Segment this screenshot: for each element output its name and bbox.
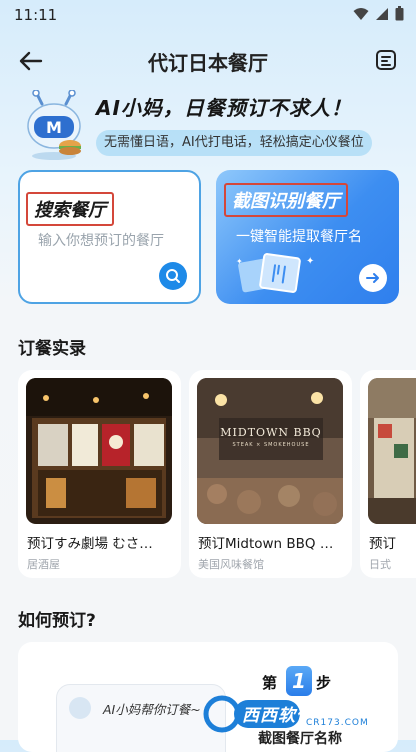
svg-text:✦: ✦ (306, 256, 314, 267)
status-bar: 11:11 (0, 0, 416, 30)
record-name: 预订すみ劇場 むさ… (27, 536, 153, 552)
photo-stack-icon: ✦ ✦ (236, 253, 314, 293)
nav-bar: 代订日本餐厅 (0, 38, 416, 82)
search-icon (166, 269, 180, 283)
mascot-icon: M (27, 90, 81, 160)
hero-title: AI小妈，日餐预订不求人！ (96, 96, 352, 120)
step-number: 1 (286, 666, 312, 696)
record-name: 预订Midtown BBQ … (198, 536, 334, 552)
hero-banner: M AI小妈，日餐预订不求人！ 无需懂日语，AI代打电话，轻松搞定心仪餐位 (0, 86, 416, 166)
wifi-icon (353, 7, 369, 20)
restaurant-photo (368, 378, 416, 524)
restaurant-sign: MIDTOWN BBQ (220, 426, 322, 439)
search-restaurant-card[interactable]: 搜索餐厅 输入你想预订的餐厅 (18, 170, 201, 304)
watermark-logo: 西西软件园 CR173.COM (202, 694, 408, 734)
svg-text:M: M (46, 118, 62, 137)
records-section-title: 订餐实录 (18, 339, 86, 359)
screenshot-recognize-card[interactable]: 截图识别餐厅 一键智能提取餐厅名 ✦ ✦ (216, 170, 399, 304)
status-time: 11:11 (14, 6, 58, 24)
restaurant-sign-sub: STEAK × SMOKEHOUSE (232, 442, 310, 448)
battery-icon (395, 6, 404, 21)
page-title: 代订日本餐厅 (148, 51, 268, 75)
record-category: 居酒屋 (27, 558, 60, 571)
search-card-subtitle: 输入你想预订的餐厅 (38, 233, 164, 249)
restaurant-photo: MIDTOWN BBQ STEAK × SMOKEHOUSE (197, 378, 343, 524)
svg-text:✦: ✦ (236, 257, 243, 266)
howto-section-title: 如何预订? (18, 611, 96, 631)
search-card-title: 搜索餐厅 (26, 192, 114, 226)
record-category: 美国风味餐馆 (198, 558, 264, 571)
restaurant-photo (26, 378, 172, 524)
record-category: 日式 (369, 558, 391, 571)
chat-text: AI小妈帮你订餐~ (103, 702, 201, 717)
scan-arrow-button[interactable] (359, 264, 387, 292)
arrow-right-icon (366, 273, 379, 283)
menu-icon[interactable] (374, 48, 398, 72)
scan-card-subtitle: 一键智能提取餐厅名 (236, 229, 362, 245)
chat-preview: AI小妈帮你订餐~ (56, 684, 226, 752)
record-name: 预订 (369, 536, 396, 552)
scan-card-title: 截图识别餐厅 (224, 183, 348, 217)
record-card[interactable]: 预订 日式 (360, 370, 416, 578)
step-suffix: 步 (316, 674, 332, 692)
records-carousel[interactable]: 预订すみ劇場 むさ… 居酒屋 MIDTOWN BBQ STEAK × SMOKE… (18, 370, 416, 580)
mascot-avatar (69, 697, 91, 719)
step-prefix: 第 (262, 674, 278, 692)
record-card[interactable]: 预订すみ劇場 むさ… 居酒屋 (18, 370, 181, 578)
hero-subtitle: 无需懂日语，AI代打电话，轻松搞定心仪餐位 (96, 130, 372, 156)
watermark-url: CR173.COM (306, 718, 369, 728)
status-icons (353, 6, 404, 21)
signal-icon (376, 7, 388, 20)
record-card[interactable]: MIDTOWN BBQ STEAK × SMOKEHOUSE 预订Midtown… (189, 370, 352, 578)
search-button[interactable] (159, 262, 187, 290)
